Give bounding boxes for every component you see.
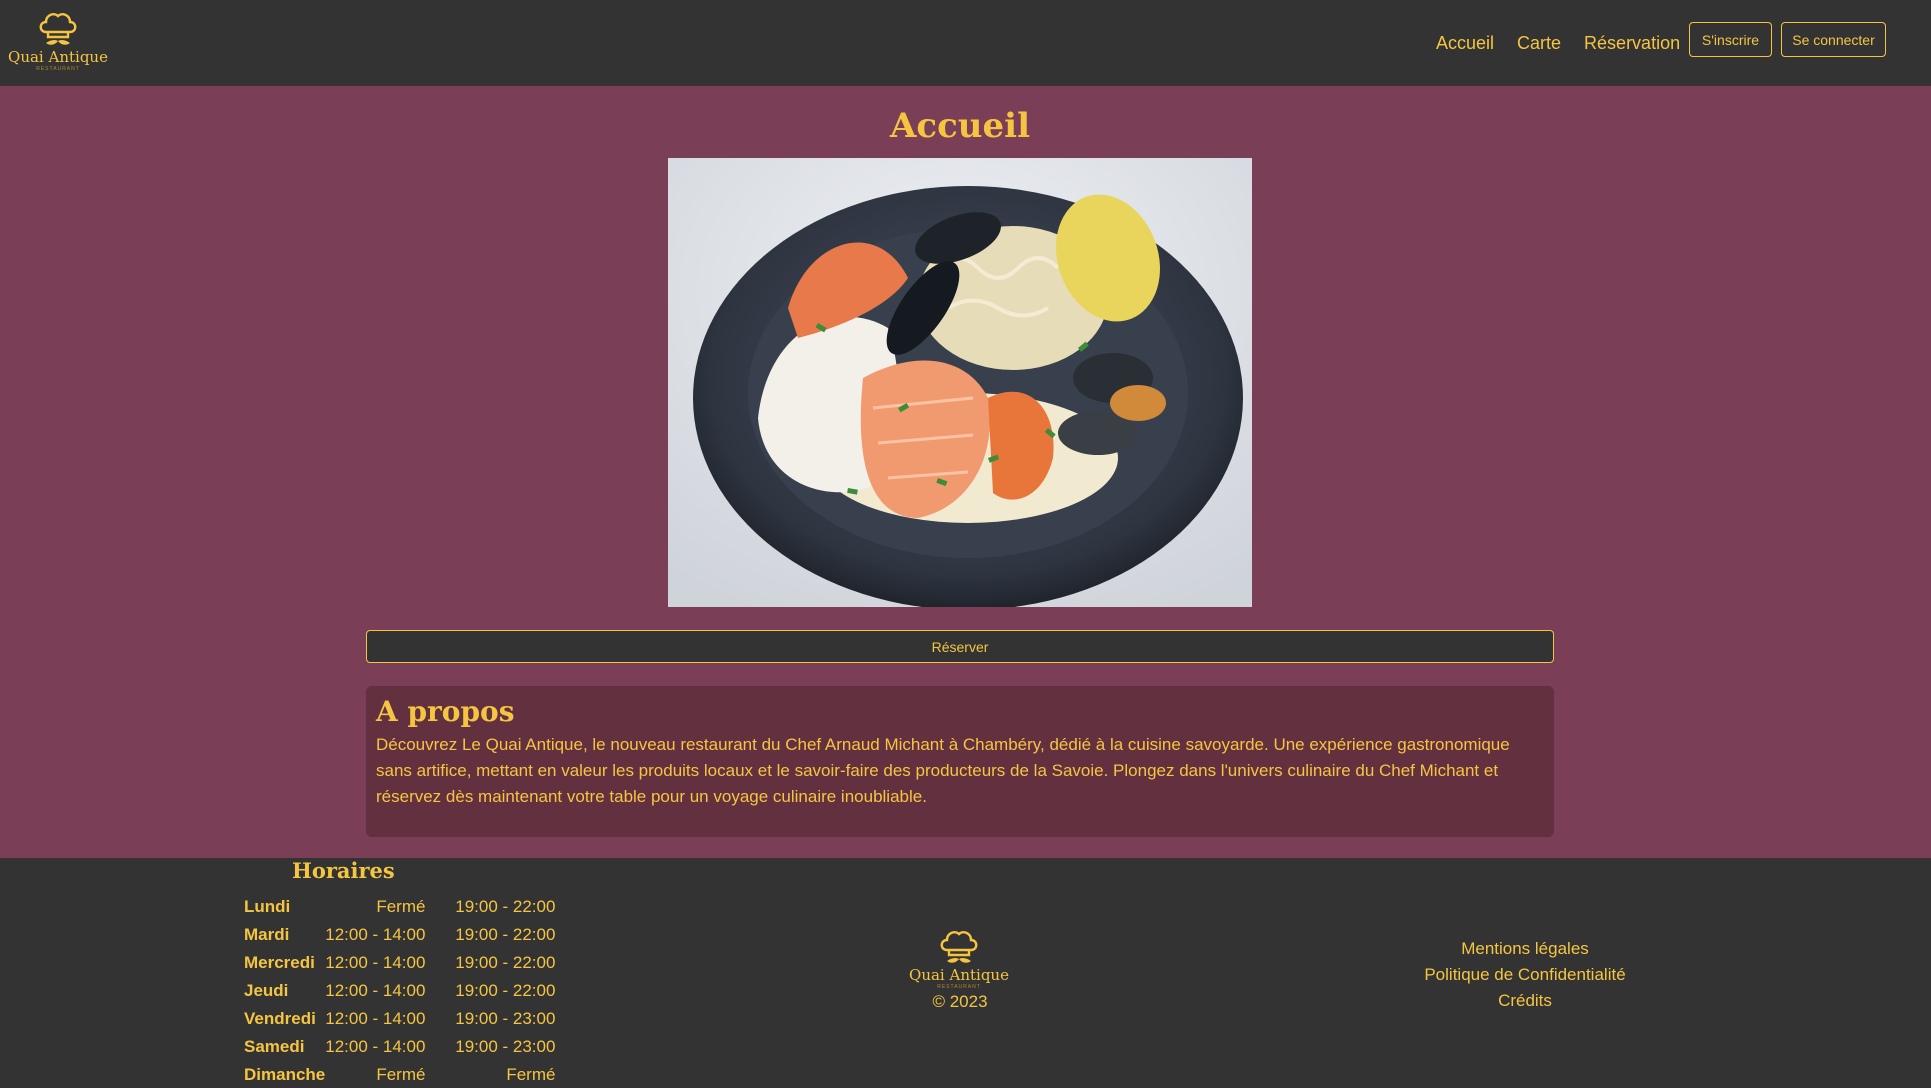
about-section: A propos Découvrez Le Quai Antique, le n… [366, 686, 1554, 837]
legal-links: Mentions légales Politique de Confidenti… [1400, 936, 1650, 1014]
hours-midday: Fermé [376, 897, 426, 916]
hours-midday: 12:00 - 14:00 [325, 1037, 426, 1056]
hours-table: Lundi Fermé 19:00 - 22:00 Mardi 12:00 - … [244, 893, 555, 1088]
login-button[interactable]: Se connecter [1781, 22, 1886, 57]
brand-subtitle: RESTAURANT [937, 984, 981, 990]
chef-hat-mustache-icon [39, 13, 77, 45]
nav-link-accueil[interactable]: Accueil [1436, 33, 1494, 54]
copyright: © 2023 [932, 992, 988, 1011]
hours-day: Mardi [244, 925, 290, 944]
hours-row: Samedi 12:00 - 14:00 19:00 - 23:00 [244, 1033, 555, 1061]
hours-midday: 12:00 - 14:00 [325, 1009, 426, 1028]
hours-evening: 19:00 - 22:00 [455, 981, 556, 1000]
about-title: A propos [376, 695, 515, 728]
footer-logo[interactable]: Quai Antique RESTAURANT [909, 928, 1009, 990]
seafood-dish-illustration [668, 158, 1252, 607]
hours-title: Horaires [292, 858, 395, 883]
page-title: Accueil [890, 106, 1030, 146]
hours-row: Vendredi 12:00 - 14:00 19:00 - 23:00 [244, 1005, 555, 1033]
hours-row: Mercredi 12:00 - 14:00 19:00 - 22:00 [244, 949, 555, 977]
nav-links: Accueil Carte Réservation [1436, 31, 1703, 55]
hours-row: Dimanche Fermé Fermé [244, 1061, 555, 1088]
brand-subtitle: RESTAURANT [36, 66, 80, 72]
hours-day: Jeudi [244, 981, 289, 1000]
hours-evening: 19:00 - 22:00 [455, 953, 556, 972]
scrollbar[interactable] [1920, 0, 1931, 86]
hours-evening: 19:00 - 22:00 [455, 897, 556, 916]
hours-day: Dimanche [244, 1065, 326, 1084]
legal-link-mentions[interactable]: Mentions légales [1400, 936, 1650, 962]
signup-button[interactable]: S'inscrire [1689, 22, 1772, 57]
nav-link-carte[interactable]: Carte [1517, 33, 1561, 54]
legal-link-privacy[interactable]: Politique de Confidentialité [1400, 962, 1650, 988]
hours-row: Jeudi 12:00 - 14:00 19:00 - 22:00 [244, 977, 555, 1005]
brand-name: Quai Antique [8, 48, 108, 66]
hours-day: Vendredi [244, 1009, 316, 1028]
about-text: Découvrez Le Quai Antique, le nouveau re… [376, 735, 1510, 806]
brand-name: Quai Antique [909, 966, 1009, 984]
navbar: Quai Antique RESTAURANT Accueil Carte Ré… [0, 0, 1920, 86]
hours-midday: 12:00 - 14:00 [325, 981, 426, 1000]
brand-logo[interactable]: Quai Antique RESTAURANT [8, 10, 108, 72]
legal-link-credits[interactable]: Crédits [1400, 988, 1650, 1014]
hero-image [668, 158, 1252, 607]
hours-row: Lundi Fermé 19:00 - 22:00 [244, 893, 555, 921]
hours-day: Lundi [244, 897, 291, 916]
hours-evening: 19:00 - 23:00 [455, 1009, 556, 1028]
hours-evening: 19:00 - 23:00 [455, 1037, 556, 1056]
hours-evening: 19:00 - 22:00 [455, 925, 556, 944]
hours-day: Mercredi [244, 953, 315, 972]
hours-midday: 12:00 - 14:00 [325, 953, 426, 972]
hours-row: Mardi 12:00 - 14:00 19:00 - 22:00 [244, 921, 555, 949]
hours-evening: Fermé [506, 1065, 556, 1084]
reserve-button[interactable]: Réserver [366, 630, 1554, 663]
hours-midday: Fermé [376, 1065, 426, 1084]
hours-midday: 12:00 - 14:00 [325, 925, 426, 944]
nav-link-reservation[interactable]: Réservation [1584, 33, 1680, 54]
chef-hat-mustache-icon [940, 931, 978, 963]
hours-day: Samedi [244, 1037, 305, 1056]
